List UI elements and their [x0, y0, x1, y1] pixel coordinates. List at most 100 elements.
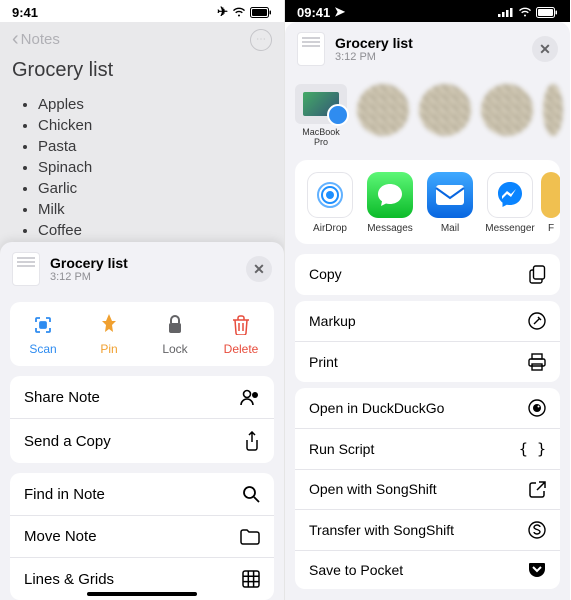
status-time: 09:41	[297, 5, 330, 20]
more-icon[interactable]: ⋯	[250, 29, 272, 51]
search-icon	[242, 485, 260, 503]
status-icons	[498, 7, 558, 18]
app-airdrop[interactable]: AirDrop	[301, 172, 359, 234]
scan-label: Scan	[29, 342, 56, 356]
row-label: Markup	[309, 313, 356, 329]
right-screenshot: 09:41 ➤ Grocery list 3:12 PM ✕	[285, 0, 570, 600]
share-note-row[interactable]: Share Note	[10, 376, 274, 419]
send-copy-row[interactable]: Send a Copy	[10, 419, 274, 463]
sheet-header: Grocery list 3:12 PM ✕	[0, 242, 284, 296]
airdrop-contact[interactable]	[543, 84, 563, 136]
sheet-titles: Grocery list 3:12 PM	[335, 35, 413, 63]
row-label: Open in DuckDuckGo	[309, 400, 444, 416]
row-label: Move Note	[24, 528, 97, 545]
avatar	[419, 84, 471, 136]
delete-label: Delete	[224, 342, 259, 356]
sheet-header: Grocery list 3:12 PM ✕	[285, 22, 570, 76]
app-messages[interactable]: Messages	[361, 172, 419, 234]
scan-button[interactable]: Scan	[10, 302, 76, 366]
note-item: Coffee	[38, 220, 272, 241]
messenger-icon	[487, 172, 533, 218]
pin-label: Pin	[100, 342, 117, 356]
avatar	[357, 84, 409, 136]
lock-label: Lock	[162, 342, 187, 356]
pocket-icon	[528, 562, 546, 578]
sheet-subtitle: 3:12 PM	[50, 271, 128, 283]
messages-icon	[367, 172, 413, 218]
airdrop-contact[interactable]	[481, 84, 533, 136]
row-label: Send a Copy	[24, 433, 111, 450]
note-item: Chicken	[38, 115, 272, 136]
braces-icon: { }	[519, 440, 546, 458]
run-script-row[interactable]: Run Script { }	[295, 429, 560, 470]
battery-icon	[536, 7, 558, 18]
delete-button[interactable]: Delete	[208, 302, 274, 366]
sheet-titles: Grocery list 3:12 PM	[50, 255, 128, 283]
note-title: Grocery list	[12, 59, 272, 82]
share-up-icon	[244, 431, 260, 451]
airdrop-contact[interactable]	[357, 84, 409, 136]
app-label: Mail	[441, 223, 459, 234]
action-list: Copy Markup Print	[295, 254, 560, 589]
row-label: Print	[309, 354, 338, 370]
app-messenger[interactable]: Messenger	[481, 172, 539, 234]
save-pocket-row[interactable]: Save to Pocket	[295, 551, 560, 589]
find-in-note-row[interactable]: Find in Note	[10, 473, 274, 516]
contact-label: MacBook Pro	[295, 128, 347, 148]
status-bar: 09:41 ➤	[285, 0, 570, 22]
row-label: Transfer with SongShift	[309, 522, 454, 538]
share-sheet: Grocery list 3:12 PM ✕ MacBook Pro Air	[285, 22, 570, 600]
sheet-title: Grocery list	[335, 35, 413, 51]
action-group-share: Share Note Send a Copy	[10, 376, 274, 463]
battery-icon	[250, 7, 272, 18]
location-icon: ➤	[334, 4, 345, 20]
open-songshift-row[interactable]: Open with SongShift	[295, 470, 560, 510]
notes-nav: ‹ Notes ⋯	[12, 22, 272, 59]
lock-icon	[167, 314, 183, 336]
home-indicator	[87, 592, 197, 596]
open-duckduckgo-row[interactable]: Open in DuckDuckGo	[295, 388, 560, 429]
row-label: Save to Pocket	[309, 562, 403, 578]
app-partial[interactable]: F	[541, 172, 560, 234]
note-thumbnail-icon	[297, 32, 325, 66]
wifi-icon	[518, 7, 532, 17]
note-thumbnail-icon	[12, 252, 40, 286]
airdrop-contact-macbook[interactable]: MacBook Pro	[295, 84, 347, 148]
avatar	[543, 84, 563, 136]
chevron-left-icon: ‹	[12, 28, 19, 51]
markup-row[interactable]: Markup	[295, 301, 560, 342]
airdrop-icon	[307, 172, 353, 218]
print-row[interactable]: Print	[295, 342, 560, 382]
row-label: Lines & Grids	[24, 571, 114, 588]
mail-icon	[427, 172, 473, 218]
lock-button[interactable]: Lock	[142, 302, 208, 366]
row-label: Share Note	[24, 389, 100, 406]
note-item: Pasta	[38, 136, 272, 157]
app-mail[interactable]: Mail	[421, 172, 479, 234]
app-label: F	[548, 223, 554, 234]
apps-row: AirDrop Messages Mail Messenger	[295, 160, 560, 244]
trash-icon	[233, 314, 249, 336]
copy-row[interactable]: Copy	[295, 254, 560, 295]
copy-icon	[529, 265, 546, 284]
app-label: Messenger	[485, 223, 534, 234]
airdrop-contact[interactable]	[419, 84, 471, 136]
sheet-subtitle: 3:12 PM	[335, 51, 413, 63]
pin-button[interactable]: Pin	[76, 302, 142, 366]
left-screenshot: 9:41 ✈︎ ‹ Notes ⋯ Grocery list Apples Ch…	[0, 0, 285, 600]
app-icon	[541, 172, 560, 218]
grid-icon	[242, 570, 260, 588]
quick-actions: Scan Pin Lock Delete	[10, 302, 274, 366]
transfer-songshift-row[interactable]: Transfer with SongShift	[295, 510, 560, 551]
sheet-title: Grocery list	[50, 255, 128, 271]
move-note-row[interactable]: Move Note	[10, 516, 274, 558]
back-button[interactable]: ‹ Notes	[12, 28, 60, 51]
app-label: Messages	[367, 223, 413, 234]
row-label: Run Script	[309, 441, 374, 457]
open-in-icon	[529, 481, 546, 498]
close-button[interactable]: ✕	[532, 36, 558, 62]
row-label: Copy	[309, 266, 342, 282]
close-icon: ✕	[253, 261, 265, 278]
signal-icon	[498, 7, 514, 17]
close-button[interactable]: ✕	[246, 256, 272, 282]
